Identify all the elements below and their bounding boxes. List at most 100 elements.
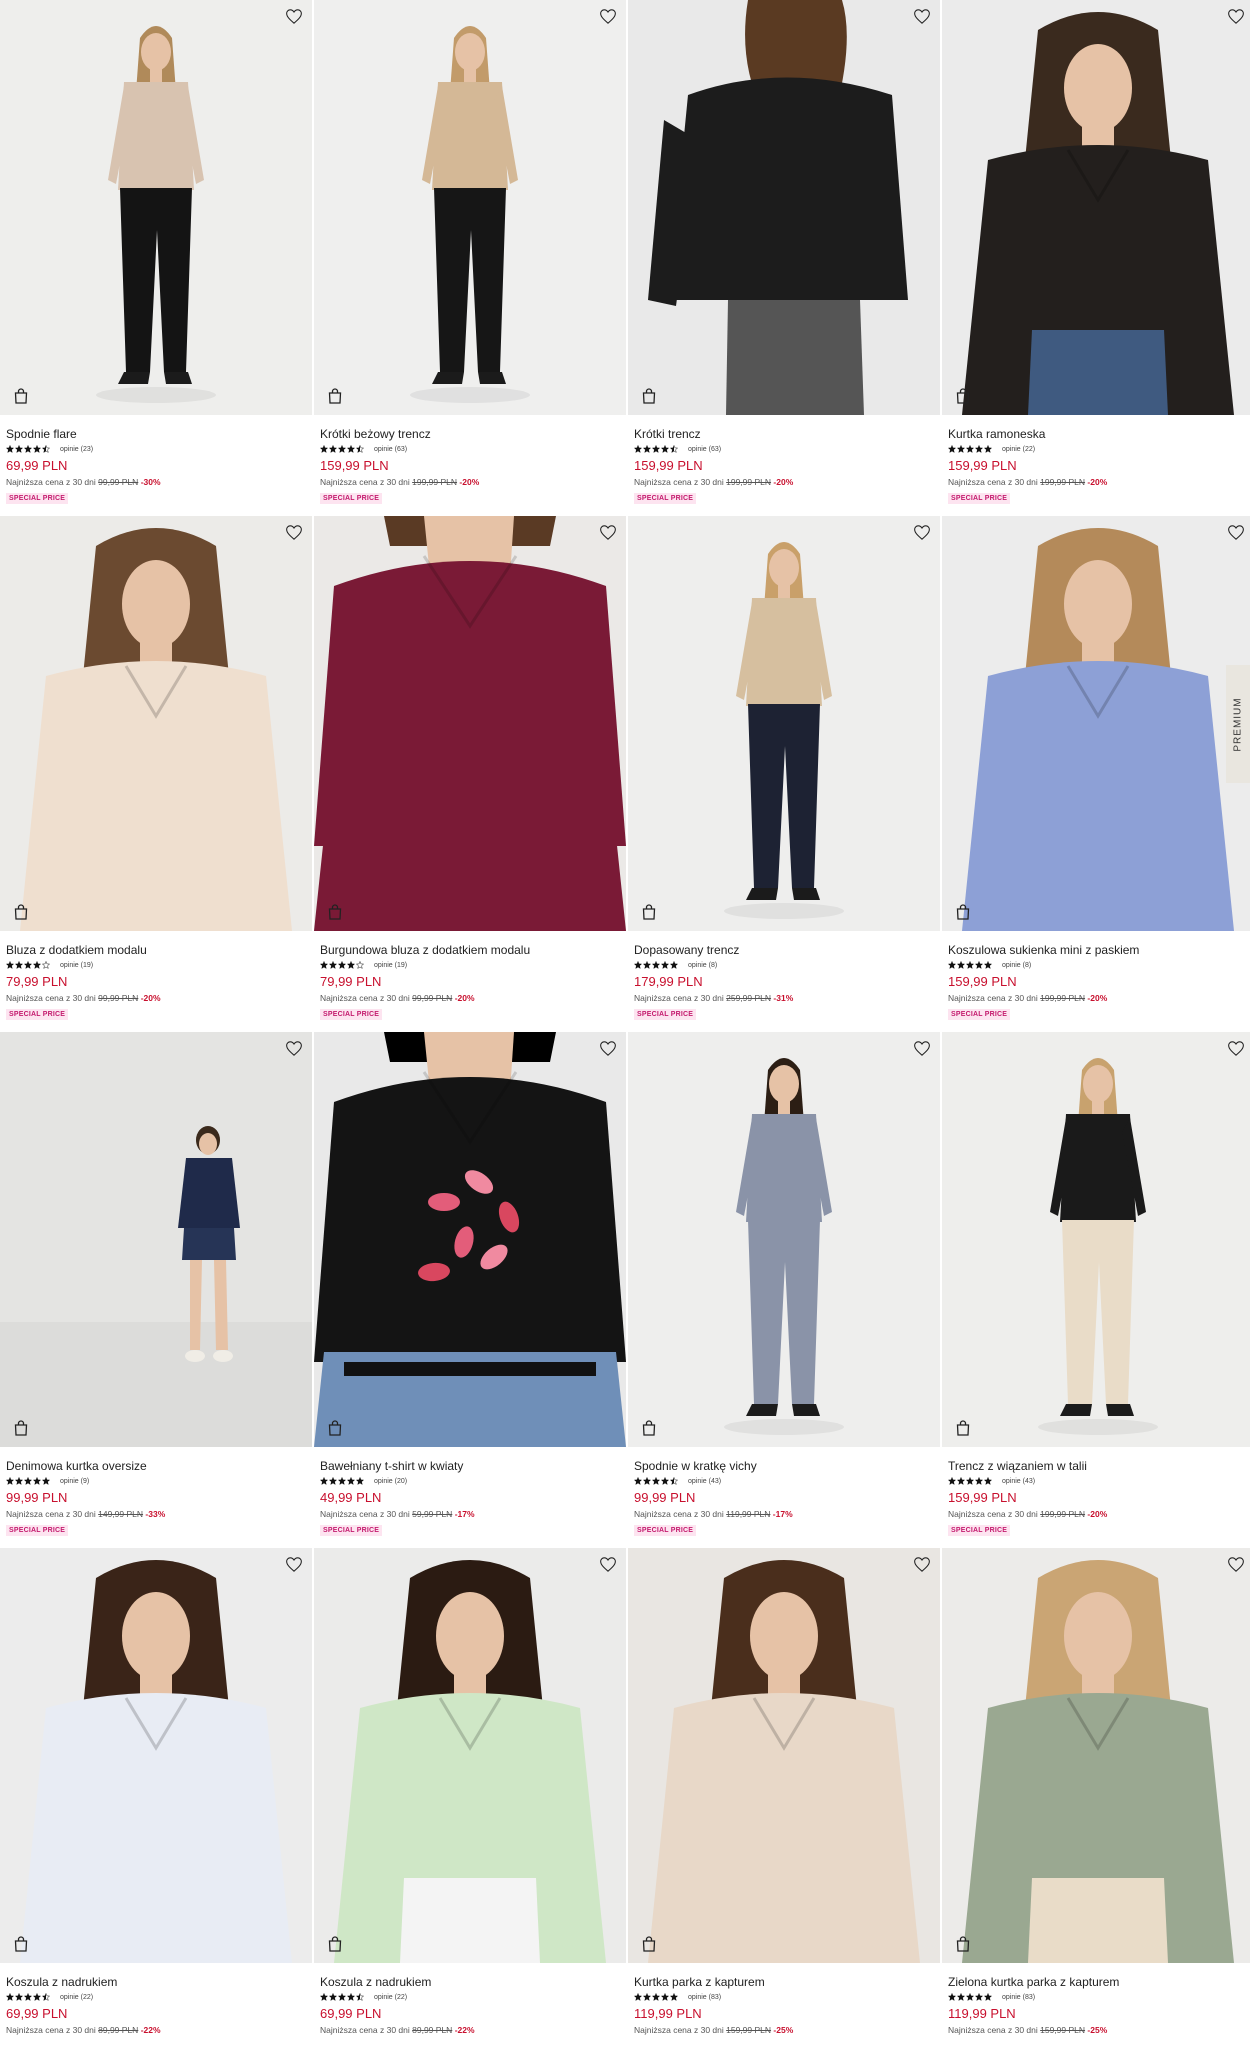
shopping-bag-icon[interactable] bbox=[639, 1417, 659, 1439]
product-photo[interactable] bbox=[0, 516, 312, 931]
heart-icon[interactable] bbox=[1226, 1554, 1246, 1574]
product-card-3[interactable]: Krótki trencz opinie (63) 159,99 PLN Naj… bbox=[628, 0, 940, 516]
shopping-bag-icon[interactable] bbox=[11, 1933, 31, 1955]
product-name[interactable]: Trencz z wiązaniem w talii bbox=[948, 1459, 1248, 1473]
product-card-15[interactable]: Kurtka parka z kapturem opinie (83) 119,… bbox=[628, 1548, 940, 2045]
shopping-bag-icon[interactable] bbox=[953, 1417, 973, 1439]
heart-icon[interactable] bbox=[284, 1038, 304, 1058]
star-icon bbox=[966, 961, 974, 969]
product-photo[interactable] bbox=[0, 1032, 312, 1447]
heart-icon[interactable] bbox=[284, 522, 304, 542]
heart-icon[interactable] bbox=[912, 6, 932, 26]
product-photo[interactable] bbox=[942, 0, 1250, 415]
product-photo[interactable] bbox=[314, 516, 626, 931]
heart-icon[interactable] bbox=[598, 6, 618, 26]
product-card-12[interactable]: Trencz z wiązaniem w talii opinie (43) 1… bbox=[942, 1032, 1250, 1548]
shopping-bag-icon[interactable] bbox=[325, 901, 345, 923]
product-card-5[interactable]: Bluza z dodatkiem modalu opinie (19) 79,… bbox=[0, 516, 312, 1032]
product-info: Denimowa kurtka oversize opinie (9) 99,9… bbox=[6, 1459, 306, 1537]
product-photo[interactable] bbox=[628, 1032, 940, 1447]
product-photo[interactable] bbox=[628, 516, 940, 931]
heart-icon[interactable] bbox=[598, 1554, 618, 1574]
product-name[interactable]: Koszula z nadrukiem bbox=[6, 1975, 306, 1989]
old-price: 59,99 PLN bbox=[412, 1509, 453, 1519]
product-photo[interactable] bbox=[942, 1548, 1250, 1963]
heart-icon[interactable] bbox=[912, 1554, 932, 1574]
product-photo[interactable] bbox=[628, 1548, 940, 1963]
product-name[interactable]: Spodnie flare bbox=[6, 427, 306, 441]
product-card-8[interactable]: Koszulowa sukienka mini z paskiem opinie… bbox=[942, 516, 1250, 1032]
review-count: opinie (83) bbox=[1002, 1993, 1036, 2001]
product-card-6[interactable]: Burgundowa bluza z dodatkiem modalu opin… bbox=[314, 516, 626, 1032]
shopping-bag-icon[interactable] bbox=[11, 385, 31, 407]
heart-icon[interactable] bbox=[598, 1038, 618, 1058]
heart-icon[interactable] bbox=[1226, 6, 1246, 26]
product-name[interactable]: Koszula z nadrukiem bbox=[320, 1975, 620, 1989]
product-price: 79,99 PLN bbox=[320, 974, 382, 989]
heart-icon[interactable] bbox=[598, 522, 618, 542]
heart-icon[interactable] bbox=[1226, 1038, 1246, 1058]
shopping-bag-icon[interactable] bbox=[325, 1933, 345, 1955]
product-name[interactable]: Spodnie w kratkę vichy bbox=[634, 1459, 934, 1473]
product-card-2[interactable]: Krótki beżowy trencz opinie (63) 159,99 … bbox=[314, 0, 626, 516]
heart-icon[interactable] bbox=[1226, 522, 1246, 542]
product-card-1[interactable]: Spodnie flare opinie (23) 69,99 PLN Najn… bbox=[0, 0, 312, 516]
model-face bbox=[141, 33, 171, 71]
shopping-bag-icon[interactable] bbox=[639, 901, 659, 923]
special-price-badge: SPECIAL PRICE bbox=[320, 1525, 383, 1536]
old-price: 99,99 PLN bbox=[412, 993, 453, 1003]
lowest-price-info: Najniższa cena z 30 dni 199,99 PLN -20% bbox=[948, 1509, 1248, 1519]
product-photo[interactable] bbox=[314, 0, 626, 415]
model-right-shoe bbox=[792, 888, 820, 900]
product-photo[interactable] bbox=[314, 1548, 626, 1963]
shopping-bag-icon[interactable] bbox=[639, 385, 659, 407]
star-icon bbox=[661, 1993, 669, 2001]
product-name[interactable]: Dopasowany trencz bbox=[634, 943, 934, 957]
shopping-bag-icon[interactable] bbox=[953, 385, 973, 407]
product-card-11[interactable]: Spodnie w kratkę vichy opinie (43) 99,99… bbox=[628, 1032, 940, 1548]
premium-side-tab[interactable]: PREMIUM bbox=[1226, 665, 1250, 783]
shopping-bag-icon[interactable] bbox=[11, 1417, 31, 1439]
product-card-14[interactable]: Koszula z nadrukiem opinie (22) 69,99 PL… bbox=[314, 1548, 626, 2045]
shopping-bag-icon[interactable] bbox=[11, 901, 31, 923]
product-photo[interactable] bbox=[314, 1032, 626, 1447]
product-name[interactable]: Bluza z dodatkiem modalu bbox=[6, 943, 306, 957]
product-grid: Spodnie flare opinie (23) 69,99 PLN Najn… bbox=[0, 0, 1250, 2045]
product-name[interactable]: Zielona kurtka parka z kapturem bbox=[948, 1975, 1248, 1989]
shopping-bag-icon[interactable] bbox=[953, 901, 973, 923]
product-card-13[interactable]: Koszula z nadrukiem opinie (22) 69,99 PL… bbox=[0, 1548, 312, 2045]
product-name[interactable]: Kurtka parka z kapturem bbox=[634, 1975, 934, 1989]
product-name[interactable]: Krótki trencz bbox=[634, 427, 934, 441]
shopping-bag-icon[interactable] bbox=[639, 1933, 659, 1955]
product-name[interactable]: Koszulowa sukienka mini z paskiem bbox=[948, 943, 1248, 957]
heart-icon[interactable] bbox=[284, 1554, 304, 1574]
product-card-16[interactable]: Zielona kurtka parka z kapturem opinie (… bbox=[942, 1548, 1250, 2045]
shopping-bag-icon[interactable] bbox=[325, 385, 345, 407]
star-icon bbox=[984, 445, 992, 453]
heart-icon[interactable] bbox=[284, 6, 304, 26]
product-price: 159,99 PLN bbox=[634, 458, 703, 473]
product-card-10[interactable]: Bawełniany t-shirt w kwiaty opinie (20) … bbox=[314, 1032, 626, 1548]
product-photo[interactable] bbox=[942, 1032, 1250, 1447]
product-photo[interactable] bbox=[0, 1548, 312, 1963]
discount-percent: -25% bbox=[773, 2025, 794, 2035]
heart-icon[interactable] bbox=[912, 522, 932, 542]
heart-icon[interactable] bbox=[912, 1038, 932, 1058]
product-name[interactable]: Bawełniany t-shirt w kwiaty bbox=[320, 1459, 620, 1473]
shopping-bag-icon[interactable] bbox=[953, 1933, 973, 1955]
shopping-bag-icon[interactable] bbox=[325, 1417, 345, 1439]
product-photo[interactable] bbox=[942, 516, 1250, 931]
product-name[interactable]: Kurtka ramoneska bbox=[948, 427, 1248, 441]
product-photo[interactable] bbox=[0, 0, 312, 415]
product-name[interactable]: Burgundowa bluza z dodatkiem modalu bbox=[320, 943, 620, 957]
product-photo[interactable] bbox=[628, 0, 940, 415]
product-card-9[interactable]: Denimowa kurtka oversize opinie (9) 99,9… bbox=[0, 1032, 312, 1548]
star-icon bbox=[338, 1993, 346, 2001]
product-name[interactable]: Krótki beżowy trencz bbox=[320, 427, 620, 441]
product-card-4[interactable]: Kurtka ramoneska opinie (22) 159,99 PLN … bbox=[942, 0, 1250, 516]
rating: opinie (22) bbox=[320, 1992, 620, 2002]
product-card-7[interactable]: Dopasowany trencz opinie (8) 179,99 PLN … bbox=[628, 516, 940, 1032]
model-belt bbox=[344, 1362, 596, 1376]
product-name[interactable]: Denimowa kurtka oversize bbox=[6, 1459, 306, 1473]
star-icon bbox=[652, 445, 660, 453]
